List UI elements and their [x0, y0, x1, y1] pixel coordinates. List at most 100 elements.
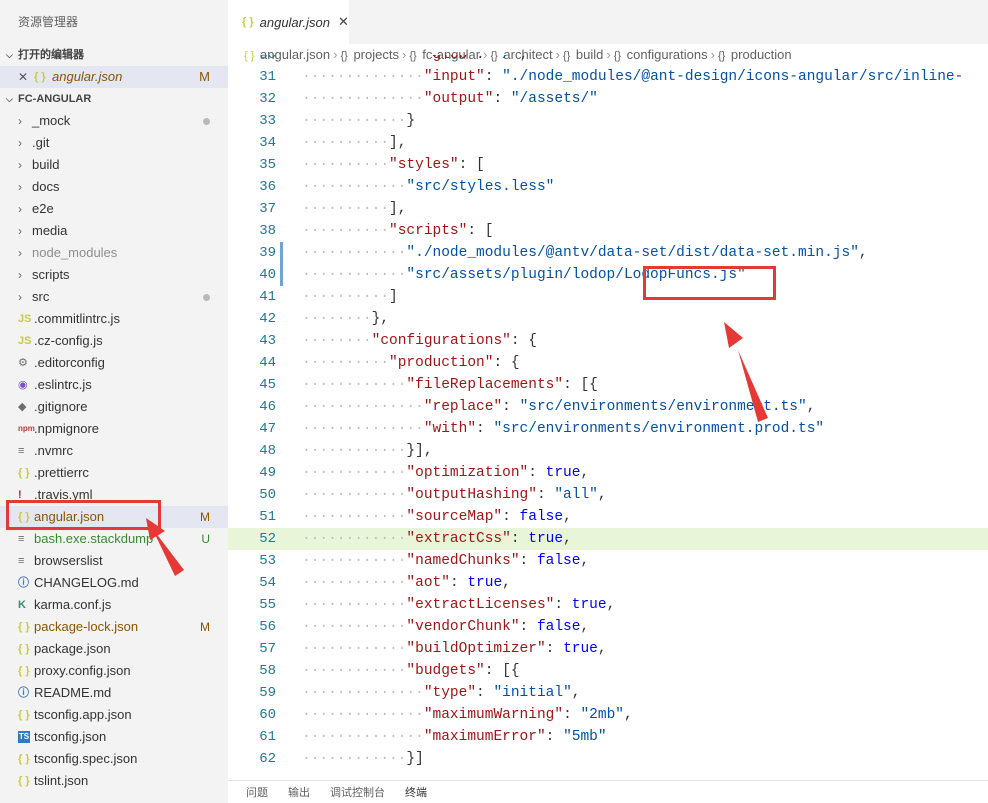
code-text: ··············"replace": "src/environmen… — [302, 396, 815, 418]
close-icon[interactable]: ✕ — [338, 14, 349, 30]
file-tree-item[interactable]: › e2e — [0, 198, 228, 220]
file-tree-item[interactable]: ⓘ CHANGELOG.md — [0, 572, 228, 594]
whitespace-indent: ············ — [302, 663, 407, 679]
file-tree-item[interactable]: › .git — [0, 132, 228, 154]
file-name: CHANGELOG.md — [34, 575, 139, 590]
code-text: ··········"styles": [ — [302, 154, 485, 176]
file-name: tsconfig.json — [34, 729, 107, 744]
file-name: .cz-config.js — [34, 333, 103, 348]
line-number: 49 — [259, 465, 276, 481]
code-token: false — [536, 619, 581, 635]
code-line: 47 ··············"with": "src/environment… — [228, 418, 988, 440]
line-number: 48 — [259, 443, 276, 459]
file-tree-item[interactable]: ⓘ README.md — [0, 682, 228, 704]
panel-tab[interactable]: 调试控制台 — [330, 784, 385, 800]
file-tree-item[interactable]: ≡ .nvmrc — [0, 440, 228, 462]
whitespace-indent: ·············· — [302, 55, 424, 63]
whitespace-indent: ········ — [302, 333, 372, 349]
code-editor[interactable]: 30 ··············"glob": "/", 31 ··········… — [228, 55, 988, 780]
code-token: true — [545, 465, 581, 481]
line-number: 62 — [259, 751, 276, 767]
file-icon: ⓘ — [18, 577, 29, 589]
line-number: 50 — [259, 487, 276, 503]
code-token: , — [606, 597, 616, 613]
whitespace-indent: ·········· — [302, 201, 390, 217]
whitespace-indent: ············ — [302, 113, 407, 129]
file-tree-item[interactable]: › media — [0, 220, 228, 242]
file-tree-item[interactable]: TS tsconfig.json — [0, 726, 228, 748]
file-tree-item[interactable]: ≡ bash.exe.stackdump U — [0, 528, 228, 550]
line-number: 44 — [259, 355, 276, 371]
file-tree-item[interactable]: { } tsconfig.app.json — [0, 704, 228, 726]
whitespace-indent: ············ — [302, 597, 407, 613]
whitespace-indent: ·········· — [302, 135, 390, 151]
line-number: 59 — [259, 685, 276, 701]
file-tree-item[interactable]: › src — [0, 286, 228, 308]
file-tree-item[interactable]: { } tslint.json — [0, 770, 228, 792]
close-icon[interactable]: ✕ — [18, 66, 34, 88]
code-token: "initial" — [493, 685, 572, 701]
chevron-right-icon: › — [18, 268, 22, 282]
file-tree-item[interactable]: { } .prettierrc — [0, 462, 228, 484]
file-tree-item[interactable]: { } proxy.config.json — [0, 660, 228, 682]
file-tree-item[interactable]: › build — [0, 154, 228, 176]
panel-tab[interactable]: 问题 — [246, 784, 268, 800]
file-tree-item[interactable]: ◉ .eslintrc.js — [0, 374, 228, 396]
code-line: 55 ············"extractLicenses": true, — [228, 594, 988, 616]
file-tree-item[interactable]: › _mock — [0, 110, 228, 132]
file-tree-item[interactable]: › scripts — [0, 264, 228, 286]
code-token: "glob" — [423, 55, 477, 63]
code-text: ············"vendorChunk": false, — [302, 616, 589, 638]
code-token: , — [597, 641, 607, 657]
open-editors-header[interactable]: ⌵ 打开的编辑器 — [0, 44, 228, 66]
file-icon: JS — [18, 313, 32, 325]
chevron-right-icon: › — [18, 114, 22, 128]
code-token: : — [476, 685, 494, 701]
line-number: 42 — [259, 311, 276, 327]
line-number: 57 — [259, 641, 276, 657]
file-tree-item[interactable]: { } package-lock.json M — [0, 616, 228, 638]
line-number: 46 — [259, 399, 276, 415]
line-number: 43 — [259, 333, 276, 349]
file-tree-item[interactable]: › docs — [0, 176, 228, 198]
file-name: proxy.config.json — [34, 663, 131, 678]
code-token: "budgets" — [406, 663, 485, 679]
code-text: ··············"maximumError": "5mb" — [302, 726, 607, 748]
file-tree-item[interactable]: › node_modules — [0, 242, 228, 264]
code-text: ··············"with": "src/environments/… — [302, 418, 824, 440]
code-text: ············"aot": true, — [302, 572, 511, 594]
project-header[interactable]: ⌵ FC-ANGULAR — [0, 88, 228, 110]
file-tree-item[interactable]: ⚙ .editorconfig — [0, 352, 228, 374]
open-editor-item[interactable]: ✕ { } angular.json M — [0, 66, 228, 88]
code-token: : — [563, 707, 581, 723]
code-token: "./node_modules/@antv/data-set/dist/data… — [406, 245, 859, 261]
code-token: , — [519, 55, 529, 63]
file-name: README.md — [34, 685, 112, 700]
whitespace-indent: ············ — [302, 509, 407, 525]
code-token: : — [493, 91, 511, 107]
code-text: ············"namedChunks": false, — [302, 550, 589, 572]
chevron-right-icon: › — [18, 290, 22, 304]
tab-angular-json[interactable]: { } angular.json ✕ — [228, 0, 350, 44]
panel-tab[interactable]: 终端 — [405, 784, 427, 800]
code-text: ··········], — [302, 198, 406, 220]
panel-tab[interactable]: 输出 — [288, 784, 310, 800]
file-tree-item[interactable]: JS .cz-config.js — [0, 330, 228, 352]
line-number: 36 — [259, 179, 276, 195]
code-token: "/" — [493, 55, 520, 63]
code-line: 46 ··············"replace": "src/environm… — [228, 396, 988, 418]
code-line: 44 ··········"production": { — [228, 352, 988, 374]
file-name: build — [32, 157, 60, 172]
file-tree-item[interactable]: JS .commitlintrc.js — [0, 308, 228, 330]
line-number: 41 — [259, 289, 276, 305]
file-tree-item[interactable]: { } tsconfig.spec.json — [0, 748, 228, 770]
file-tree-item[interactable]: Kkarma.conf.js — [0, 594, 228, 616]
file-tree-item[interactable]: ≡ browserslist — [0, 550, 228, 572]
file-name: _mock — [32, 113, 71, 128]
file-tree-item[interactable]: ◆ .gitignore — [0, 396, 228, 418]
code-text: ········}, — [302, 308, 389, 330]
code-token: "outputHashing" — [406, 487, 537, 503]
file-tree-item[interactable]: { } package.json — [0, 638, 228, 660]
file-tree-item[interactable]: npm .npmignore — [0, 418, 228, 440]
whitespace-indent: ·············· — [302, 707, 424, 723]
